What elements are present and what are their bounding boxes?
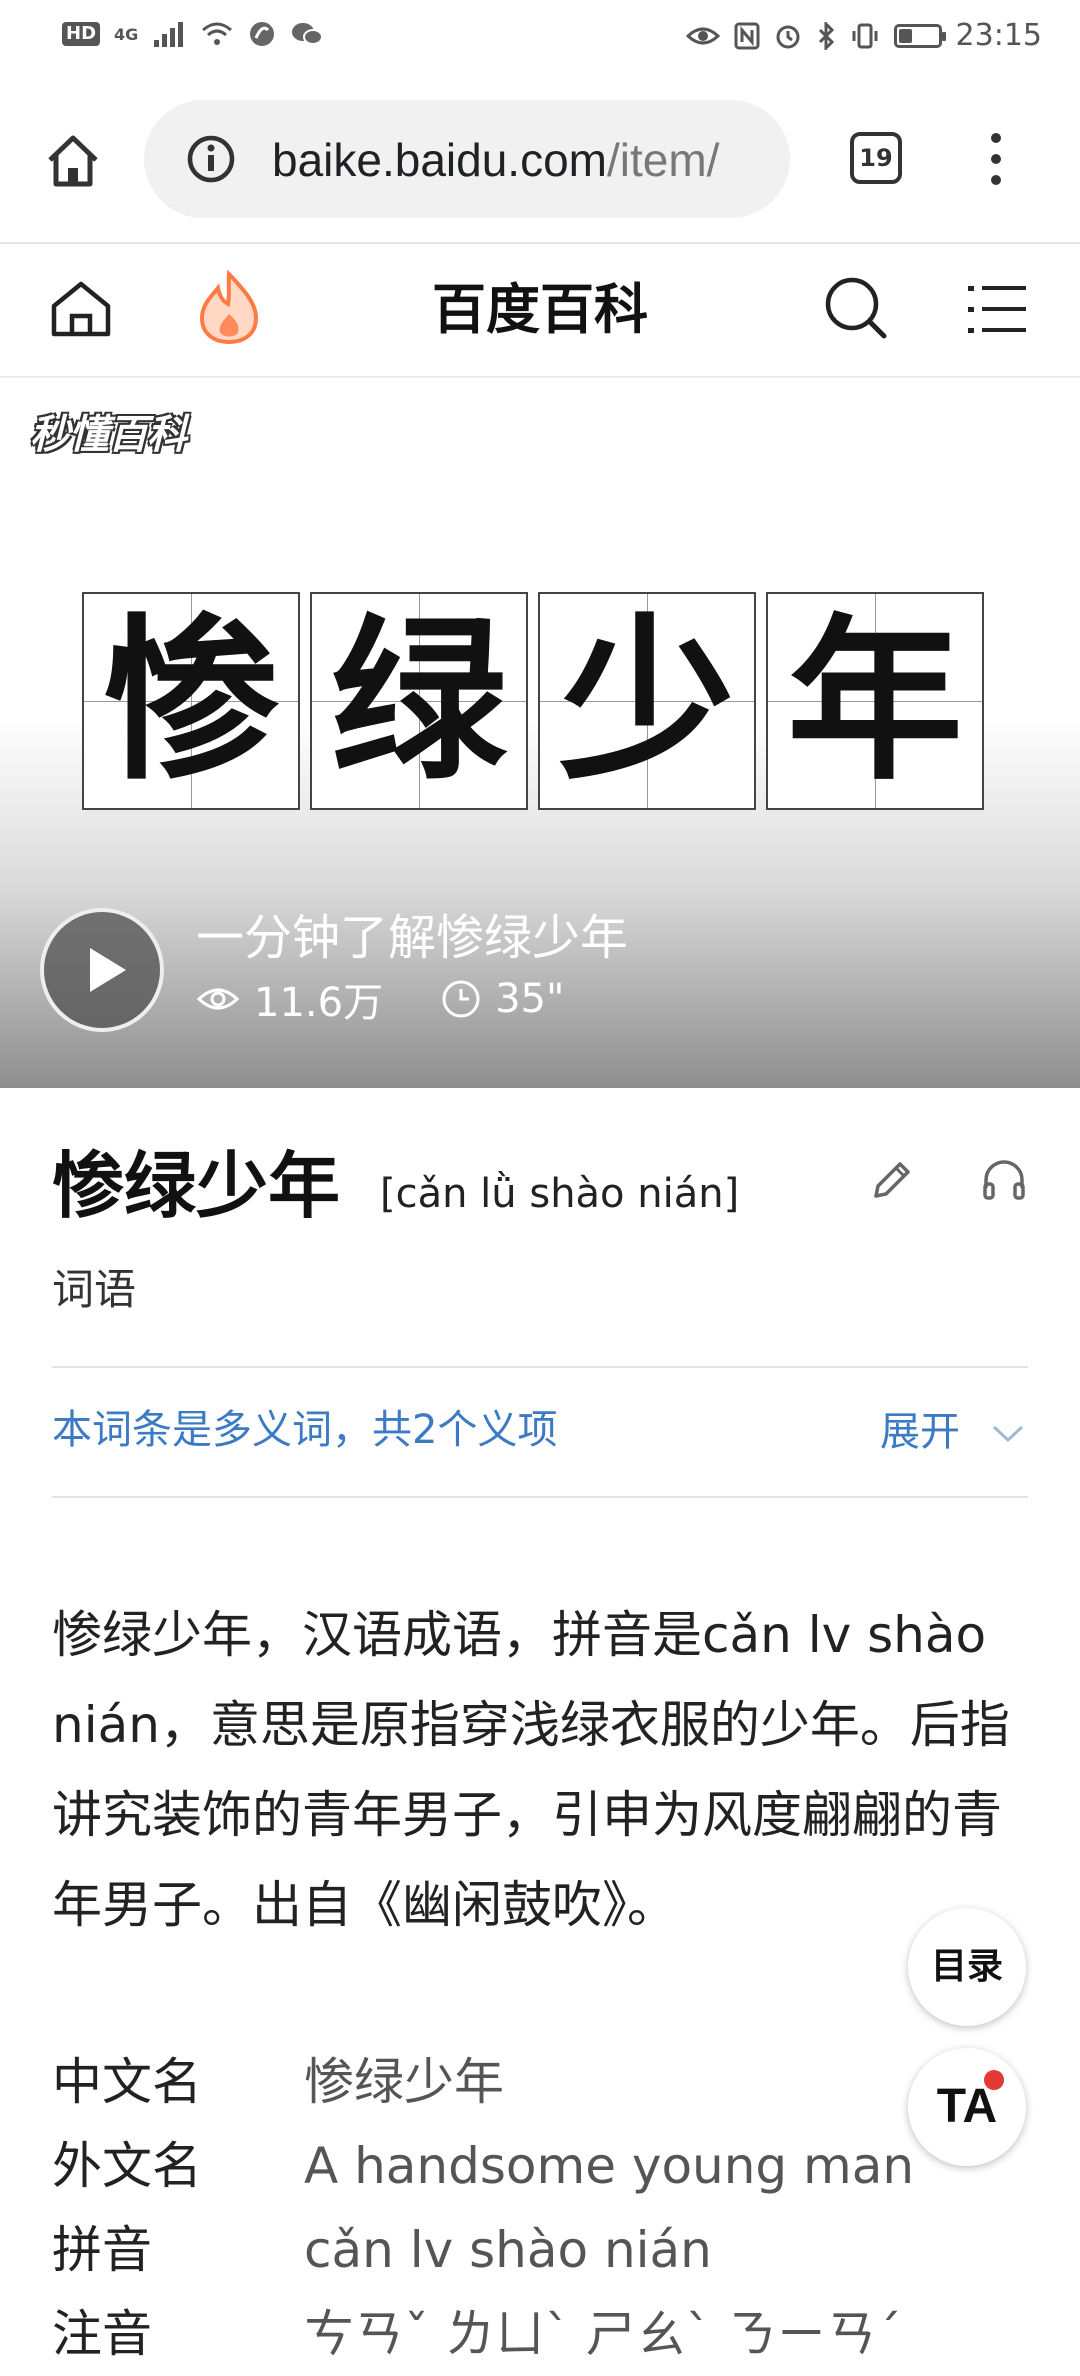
character-grid: 惨 绿 少 年 bbox=[82, 592, 984, 810]
notification-dot bbox=[984, 2070, 1004, 2090]
status-bar: HD 4G 23:15 bbox=[0, 0, 1080, 76]
edit-pencil-icon[interactable] bbox=[868, 1156, 916, 1204]
video-title: 一分钟了解惨绿少年 bbox=[196, 910, 629, 966]
battery-icon bbox=[893, 23, 946, 48]
character: 年 bbox=[786, 597, 963, 804]
eye-comfort-icon bbox=[685, 27, 720, 44]
hd-badge: HD bbox=[62, 22, 101, 46]
wifi-icon bbox=[202, 22, 233, 45]
url-domain: baike.baidu.com bbox=[272, 134, 607, 186]
info-row: 注音 ㄘㄢˇ ㄌㄩˋ ㄕㄠˋ ㄋㄧㄢˊ bbox=[52, 2292, 902, 2376]
divider bbox=[52, 1366, 1028, 1368]
character: 绿 bbox=[330, 597, 507, 804]
entry-title: 惨绿少年 bbox=[52, 1144, 341, 1228]
signal-icon bbox=[154, 22, 184, 47]
divider bbox=[52, 1496, 1028, 1498]
character: 少 bbox=[558, 597, 735, 804]
video-duration: 35" bbox=[495, 976, 565, 1022]
info-key: 外文名 bbox=[52, 2137, 202, 2195]
nfc-icon bbox=[734, 22, 760, 49]
entry-category: 词语 bbox=[52, 1265, 137, 1314]
character-box: 绿 bbox=[310, 592, 528, 810]
site-title: 百度百科 bbox=[432, 278, 648, 341]
video-player[interactable]: 秒懂百科 惨 绿 少 年 一分钟了解惨绿少年 11.6万 35" bbox=[0, 378, 1080, 1088]
more-menu-icon[interactable] bbox=[984, 130, 1008, 188]
info-key: 中文名 bbox=[52, 2053, 202, 2111]
search-icon[interactable] bbox=[822, 274, 888, 344]
info-row: 拼音 cǎn lv shào nián bbox=[52, 2208, 712, 2292]
home-icon[interactable] bbox=[44, 132, 102, 190]
info-value: ㄘㄢˇ ㄌㄩˋ ㄕㄠˋ ㄋㄧㄢˊ bbox=[304, 2305, 902, 2363]
info-row: 外文名 A handsome young man bbox=[52, 2124, 914, 2208]
info-icon[interactable] bbox=[186, 134, 236, 184]
info-value: cǎn lv shào nián bbox=[304, 2221, 712, 2279]
headphones-icon[interactable] bbox=[980, 1156, 1028, 1204]
alarm-icon bbox=[776, 25, 800, 48]
status-left: HD 4G bbox=[62, 20, 324, 48]
bluetooth-icon bbox=[818, 21, 834, 50]
play-button[interactable] bbox=[40, 908, 164, 1032]
url-text[interactable]: baike.baidu.com/item/ bbox=[272, 130, 772, 190]
views-eye-icon bbox=[196, 988, 240, 1010]
battery-level bbox=[898, 28, 912, 43]
info-row: 中文名 惨绿少年 bbox=[52, 2040, 504, 2124]
character-box: 惨 bbox=[82, 592, 300, 810]
ta-button[interactable]: TA bbox=[908, 2048, 1026, 2166]
character: 惨 bbox=[102, 597, 279, 804]
vibrate-icon bbox=[852, 23, 878, 48]
brand-logo: 秒懂百科 bbox=[30, 412, 187, 458]
table-of-contents-button[interactable]: 目录 bbox=[908, 1908, 1026, 2026]
app-notification-icon bbox=[250, 22, 275, 46]
entry-summary: 惨绿少年，汉语成语，拼音是cǎn lv shào nián，意思是原指穿浅绿衣服… bbox=[52, 1606, 1010, 1934]
clock-icon bbox=[442, 980, 480, 1018]
character-box: 少 bbox=[538, 592, 756, 810]
menu-list-icon[interactable] bbox=[966, 280, 1028, 338]
entry-pinyin: [cǎn lǜ shào nián] bbox=[380, 1171, 740, 1217]
polysemy-note[interactable]: 本词条是多义词，共2个义项 bbox=[52, 1402, 557, 1458]
url-path: /item/ bbox=[606, 134, 720, 186]
character-box: 年 bbox=[766, 592, 984, 810]
view-count: 11.6万 bbox=[254, 980, 384, 1026]
video-meta: 11.6万 35" bbox=[196, 970, 564, 1028]
address-bar[interactable]: baike.baidu.com/item/ bbox=[144, 100, 790, 218]
info-value: A handsome young man bbox=[304, 2137, 915, 2195]
baike-home-icon[interactable] bbox=[48, 276, 114, 342]
tab-switcher-button[interactable]: 19 bbox=[850, 132, 902, 184]
baike-header: 百度百科 bbox=[0, 244, 1080, 378]
info-key: 注音 bbox=[52, 2305, 152, 2363]
expand-button[interactable]: 展开 bbox=[880, 1404, 1025, 1460]
info-key: 拼音 bbox=[52, 2221, 152, 2279]
info-value: 惨绿少年 bbox=[304, 2053, 504, 2111]
expand-label: 展开 bbox=[880, 1409, 960, 1455]
browser-toolbar: baike.baidu.com/item/ 19 bbox=[0, 76, 1080, 244]
chevron-down-icon bbox=[992, 1425, 1023, 1443]
play-icon bbox=[90, 948, 126, 992]
network-label: 4G bbox=[114, 24, 139, 44]
wechat-icon bbox=[292, 23, 324, 45]
status-right: 23:15 bbox=[685, 18, 1042, 53]
hot-flame-icon[interactable] bbox=[194, 270, 264, 346]
clock: 23:15 bbox=[955, 18, 1042, 53]
